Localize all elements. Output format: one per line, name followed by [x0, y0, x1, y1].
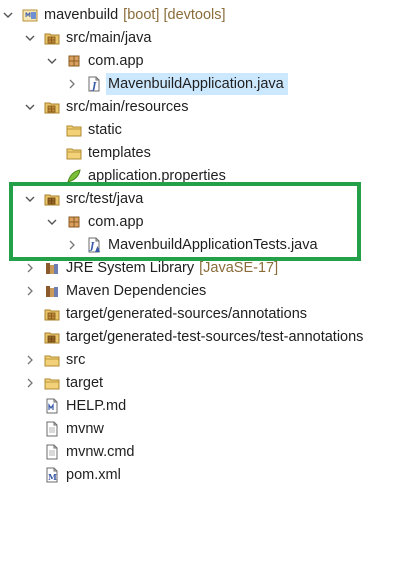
folder-icon [66, 122, 82, 138]
item-label: Maven Dependencies [66, 283, 207, 299]
tree-item-static[interactable]: static [46, 119, 122, 141]
item-label: MavenbuildApplication.java [106, 73, 288, 95]
package-icon [66, 53, 82, 69]
tree-item-package-main[interactable]: com.app [46, 50, 144, 72]
item-label: target [66, 375, 104, 391]
item-label: target/generated-test-sources/test-annot… [66, 329, 364, 345]
text-file-icon [44, 444, 60, 460]
tree-item-pom-xml[interactable]: M pom.xml [24, 464, 121, 486]
chevron-down-icon[interactable] [24, 32, 36, 44]
highlight-box [9, 182, 361, 261]
item-label: static [88, 122, 122, 138]
svg-text:M: M [25, 12, 31, 19]
tree-item-gen-test-sources[interactable]: target/generated-test-sources/test-annot… [24, 326, 363, 348]
source-folder-icon [44, 306, 60, 322]
tree-item-src-main-java[interactable]: src/main/java [24, 27, 151, 49]
chevron-right-icon[interactable] [24, 354, 36, 366]
project-name: mavenbuild [44, 7, 119, 23]
folder-icon [66, 145, 82, 161]
tree-item-mvnw[interactable]: mvnw [24, 418, 104, 440]
chevron-down-icon[interactable] [2, 9, 14, 21]
tree-item-mvnw-cmd[interactable]: mvnw.cmd [24, 441, 135, 463]
item-label: src/main/java [66, 30, 152, 46]
xml-file-icon: M [44, 467, 60, 483]
markdown-file-icon [44, 398, 60, 414]
tree-item-templates[interactable]: templates [46, 142, 151, 164]
chevron-down-icon[interactable] [46, 55, 58, 67]
tree-item-help-md[interactable]: HELP.md [24, 395, 126, 417]
text-file-icon [44, 421, 60, 437]
chevron-right-icon[interactable] [66, 78, 78, 90]
item-label: com.app [88, 53, 144, 69]
item-label: src [66, 352, 86, 368]
folder-icon [44, 375, 60, 391]
project-icon: M [22, 7, 38, 23]
item-label: target/generated-sources/annotations [66, 306, 308, 322]
svg-text:M: M [48, 472, 57, 482]
chevron-down-icon[interactable] [24, 101, 36, 113]
item-label: templates [88, 145, 151, 161]
item-label: src/main/resources [66, 99, 189, 115]
library-icon [44, 260, 60, 276]
folder-icon [44, 352, 60, 368]
tree-item-src-main-resources[interactable]: src/main/resources [24, 96, 188, 118]
item-label: mvnw [66, 421, 104, 437]
tree-item-src[interactable]: src [24, 349, 85, 371]
chevron-right-icon[interactable] [24, 285, 36, 297]
source-folder-icon [44, 329, 60, 345]
project-decoration: [boot] [devtools] [123, 7, 226, 23]
library-icon [44, 283, 60, 299]
tree-item-maven-deps[interactable]: Maven Dependencies [24, 280, 206, 302]
svg-text:J: J [90, 82, 97, 92]
chevron-right-icon[interactable] [24, 262, 36, 274]
tree-item-project[interactable]: M mavenbuild [boot] [devtools] [2, 4, 226, 26]
source-folder-icon [44, 99, 60, 115]
item-label: pom.xml [66, 467, 121, 483]
tree-item-app-class[interactable]: J MavenbuildApplication.java [66, 73, 288, 95]
chevron-right-icon[interactable] [24, 377, 36, 389]
source-folder-icon [44, 30, 60, 46]
item-label: HELP.md [66, 398, 127, 414]
item-label: mvnw.cmd [66, 444, 135, 460]
java-file-icon: J [86, 76, 102, 92]
tree-item-target[interactable]: target [24, 372, 103, 394]
tree-item-gen-sources[interactable]: target/generated-sources/annotations [24, 303, 307, 325]
project-explorer-tree: M mavenbuild [boot] [devtools] src/main/… [0, 0, 410, 570]
